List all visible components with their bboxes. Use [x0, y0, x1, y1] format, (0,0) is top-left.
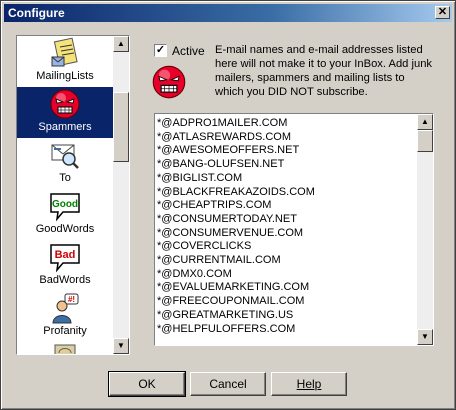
list-item[interactable]: *@ATLASREWARDS.COM — [157, 130, 413, 144]
title-bar[interactable]: Configure ✕ — [4, 4, 452, 22]
description-text: E-mail names and e-mail addresses listed… — [215, 44, 433, 98]
scroll-down-button[interactable]: ▼ — [417, 329, 433, 345]
sidebar-item-label: To — [59, 172, 71, 184]
list-item[interactable]: *@FREECOUPONMAIL.COM — [157, 294, 413, 308]
list-item[interactable]: *@BANG-OLUFSEN.NET — [157, 157, 413, 171]
svg-text:Bad: Bad — [55, 249, 76, 261]
list-item[interactable]: *@BIGLIST.COM — [157, 171, 413, 185]
scroll-down-button[interactable]: ▼ — [113, 338, 129, 354]
list-item[interactable]: *@AWESOMEOFFERS.NET — [157, 143, 413, 157]
list-item[interactable]: *@HELPFULOFFERS.COM — [157, 322, 413, 336]
list-item[interactable]: *@CHEAPTRIPS.COM — [157, 198, 413, 212]
list-item[interactable]: *@EVALUEMARKETING.COM — [157, 280, 413, 294]
sidebar-item-mailinglists[interactable]: MailingLists — [17, 36, 113, 87]
profanity-person-icon: #! — [52, 293, 79, 324]
sidebar-item-partial[interactable] — [17, 342, 113, 354]
angry-face-icon — [152, 65, 186, 99]
list-item[interactable]: *@CONSUMERVENUE.COM — [157, 226, 413, 240]
category-list[interactable]: MailingLists Spammers To Good GoodWords … — [16, 35, 130, 355]
list-item[interactable]: *@DMX0.COM — [157, 267, 413, 281]
list-scrollbar[interactable]: ▲ ▼ — [417, 114, 433, 345]
spam-address-list[interactable]: *@ADPRO1MAILER.COM *@ATLASREWARDS.COM *@AW… — [154, 113, 434, 346]
mailing-lists-icon — [51, 37, 78, 67]
fingerprint-icon — [54, 344, 76, 354]
sidebar-item-to[interactable]: To — [17, 138, 113, 189]
scroll-thumb[interactable] — [113, 92, 129, 162]
list-item[interactable]: *@CONSUMERTODAY.NET — [157, 212, 413, 226]
sidebar-item-label: Profanity — [43, 325, 87, 337]
active-checkbox[interactable]: ✓ — [154, 44, 167, 57]
good-speech-icon: Good — [50, 193, 80, 222]
scroll-up-button[interactable]: ▲ — [417, 114, 433, 130]
help-label: Help — [296, 377, 322, 391]
bad-speech-icon: Bad — [50, 244, 80, 273]
angry-face-icon — [50, 89, 80, 119]
window-title: Configure — [8, 6, 65, 20]
sidebar-item-badwords[interactable]: Bad BadWords — [17, 240, 113, 291]
sidebar-item-profanity[interactable]: #! Profanity — [17, 291, 113, 342]
sidebar-item-label: GoodWords — [35, 223, 95, 235]
close-icon: ✕ — [437, 6, 448, 18]
sidebar-item-label: BadWords — [39, 274, 91, 286]
sidebar-item-label: Spammers — [38, 121, 92, 133]
cancel-button[interactable]: Cancel — [190, 372, 266, 396]
close-button[interactable]: ✕ — [435, 6, 450, 19]
sidebar-item-goodwords[interactable]: Good GoodWords — [17, 189, 113, 240]
svg-text:Good: Good — [52, 199, 78, 210]
ok-button[interactable]: OK — [108, 371, 186, 397]
to-envelope-icon — [51, 144, 79, 169]
help-button[interactable]: Help — [271, 372, 347, 396]
list-item[interactable]: *@ADPRO1MAILER.COM — [157, 116, 413, 130]
scroll-up-button[interactable]: ▲ — [113, 36, 129, 52]
sidebar-item-spammers[interactable]: Spammers — [17, 87, 113, 138]
list-item[interactable]: *@COVERCLICKS — [157, 239, 413, 253]
svg-text:#!: #! — [68, 295, 75, 304]
scroll-thumb[interactable] — [417, 130, 433, 152]
sidebar-scrollbar[interactable]: ▲ ▼ — [113, 36, 129, 354]
list-item[interactable]: *@BLACKFREAKAZOIDS.COM — [157, 185, 413, 199]
active-label[interactable]: Active — [172, 44, 205, 58]
sidebar-item-label: MailingLists — [36, 70, 94, 82]
list-item[interactable]: *@GREATMARKETING.US — [157, 308, 413, 322]
list-item[interactable]: *@CURRENTMAIL.COM — [157, 253, 413, 267]
